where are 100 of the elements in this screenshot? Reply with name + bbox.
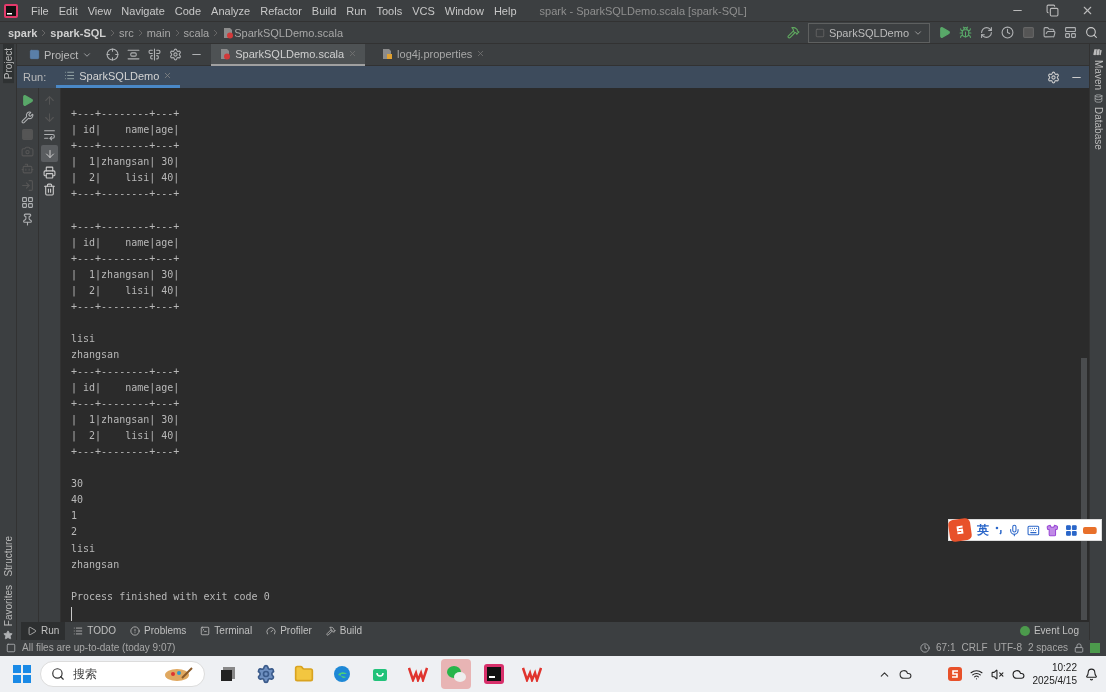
wrench-icon[interactable] bbox=[21, 111, 34, 124]
menu-item[interactable]: Refactor bbox=[255, 4, 307, 17]
tool-tab[interactable]: Profiler bbox=[260, 621, 318, 640]
chevron-right-icon bbox=[137, 28, 143, 37]
lock-icon[interactable] bbox=[1074, 642, 1084, 653]
editor-tab[interactable]: SparkSQLDemo.scala bbox=[211, 43, 366, 66]
office-icon[interactable] bbox=[408, 666, 428, 682]
menu-item[interactable]: View bbox=[82, 4, 117, 17]
status-item[interactable]: UTF-8 bbox=[993, 642, 1022, 653]
soft-wrap-icon[interactable] bbox=[43, 128, 56, 141]
grid-icon[interactable] bbox=[1064, 523, 1078, 537]
console-line: +---+--------+---+ bbox=[71, 251, 180, 266]
status-item[interactable]: 67:1 bbox=[936, 642, 956, 653]
settings-icon[interactable] bbox=[169, 48, 183, 61]
editor-tab[interactable]: log4j.properties bbox=[373, 43, 494, 66]
console-line: | 1|zhangsan| 30| bbox=[71, 155, 180, 170]
collapse-all-icon[interactable] bbox=[148, 48, 162, 61]
tool-window-tab[interactable]: Structure bbox=[2, 532, 14, 581]
chevron-right-icon bbox=[174, 28, 180, 37]
shirt-icon[interactable] bbox=[1045, 523, 1059, 537]
run-configuration-dropdown[interactable]: SparkSQLDemo bbox=[807, 22, 930, 43]
breadcrumb-item[interactable]: spark-SQL bbox=[50, 26, 106, 39]
menu-item[interactable]: Analyze bbox=[206, 4, 256, 17]
settings-icon[interactable] bbox=[1047, 70, 1060, 84]
search-icon bbox=[51, 667, 65, 681]
menu-item[interactable]: Window bbox=[439, 4, 489, 17]
muted-speaker-icon[interactable] bbox=[990, 667, 1004, 681]
console-line: +---+--------+---+ bbox=[71, 187, 180, 202]
rerun-icon[interactable] bbox=[21, 94, 34, 107]
database-icon[interactable] bbox=[1093, 94, 1103, 103]
breadcrumb-item[interactable]: main bbox=[146, 26, 171, 39]
event-log-button[interactable]: Event Log bbox=[1013, 621, 1085, 640]
print-icon[interactable] bbox=[43, 166, 56, 179]
hammer-icon[interactable] bbox=[786, 26, 800, 39]
locate-icon[interactable] bbox=[106, 48, 120, 61]
input-mode-button[interactable]: 英 bbox=[976, 521, 989, 539]
console-line: lisi bbox=[71, 541, 96, 556]
tool-tab[interactable]: Terminal bbox=[194, 621, 259, 640]
star-icon[interactable] bbox=[3, 630, 13, 640]
tool-tab[interactable]: Problems bbox=[124, 621, 193, 640]
tool-window-tab[interactable]: Database bbox=[1092, 103, 1104, 154]
menu-item[interactable]: Build bbox=[306, 4, 342, 17]
menu-item[interactable]: Run bbox=[341, 4, 372, 17]
console-line: | 2| lisi| 40| bbox=[71, 284, 180, 299]
clock-time: 10:22 bbox=[1051, 661, 1077, 674]
tool-tab[interactable]: Build bbox=[319, 621, 369, 640]
tool-window-tab[interactable]: Maven bbox=[1092, 56, 1104, 94]
status-item[interactable]: 2 spaces bbox=[1027, 642, 1068, 653]
punctuation-icon[interactable] bbox=[994, 525, 1003, 535]
status-item[interactable]: CRLF bbox=[961, 642, 988, 653]
expand-all-icon[interactable] bbox=[127, 48, 141, 61]
console-line: +---+--------+---+ bbox=[71, 219, 180, 234]
notification-icon[interactable] bbox=[1085, 667, 1098, 681]
menu-item[interactable]: Tools bbox=[371, 4, 408, 17]
menu-item[interactable]: VCS bbox=[407, 4, 440, 17]
input-method-icon[interactable] bbox=[947, 667, 962, 681]
console-line: 40 bbox=[71, 493, 84, 508]
hammer-icon bbox=[325, 625, 336, 636]
tool-window-tab[interactable]: Project bbox=[2, 44, 14, 84]
cloud-icon[interactable] bbox=[898, 667, 912, 681]
debug-icon[interactable] bbox=[959, 26, 972, 39]
search-field[interactable]: 搜索 bbox=[40, 661, 205, 687]
console-line: Process finished with exit code 0 bbox=[71, 589, 270, 604]
search-icon[interactable] bbox=[1085, 26, 1098, 39]
keyboard-icon[interactable] bbox=[1027, 523, 1040, 537]
properties-file-icon bbox=[381, 47, 394, 60]
text-cursor bbox=[71, 607, 72, 621]
close-icon[interactable] bbox=[1081, 4, 1094, 17]
wifi-icon[interactable] bbox=[969, 667, 983, 681]
status-message: All files are up-to-date (today 9:07) bbox=[22, 642, 176, 653]
menu-item[interactable]: File bbox=[26, 4, 54, 17]
play-icon bbox=[27, 625, 37, 636]
chevron-right-icon bbox=[110, 28, 115, 37]
pin-icon[interactable] bbox=[21, 213, 34, 226]
restore-icon[interactable] bbox=[1046, 4, 1059, 17]
office-icon[interactable] bbox=[522, 666, 542, 682]
tool-window-tab[interactable]: Favorites bbox=[2, 580, 14, 630]
chevron-right-icon bbox=[213, 28, 219, 37]
console-line: 2 bbox=[71, 525, 78, 540]
breadcrumb-item[interactable]: spark bbox=[8, 26, 38, 39]
run-icon[interactable] bbox=[938, 26, 951, 39]
list-icon bbox=[64, 70, 76, 81]
breadcrumb-item[interactable]: scala bbox=[183, 26, 210, 39]
menu-item[interactable]: Navigate bbox=[116, 4, 170, 17]
microphone-icon[interactable] bbox=[1008, 523, 1022, 537]
menu-item[interactable]: Edit bbox=[53, 4, 83, 17]
clock-date: 2025/4/15 bbox=[1032, 674, 1077, 687]
breadcrumb-item[interactable]: src bbox=[119, 26, 134, 39]
console-line: | 1|zhangsan| 30| bbox=[71, 267, 180, 283]
panel-icon bbox=[29, 49, 40, 60]
scrollbar[interactable] bbox=[1081, 358, 1087, 620]
project-view-dropdown[interactable]: Project bbox=[23, 45, 99, 64]
layout-icon[interactable] bbox=[21, 196, 34, 209]
start-icon[interactable] bbox=[12, 664, 32, 684]
tool-tab[interactable]: TODO bbox=[67, 621, 123, 640]
alert-icon bbox=[130, 625, 141, 636]
menu-item[interactable]: Code bbox=[169, 4, 207, 17]
menu-item[interactable]: Help bbox=[488, 4, 522, 17]
breadcrumb-item[interactable]: SparkSQLDemo.scala bbox=[234, 26, 344, 39]
trash-icon[interactable] bbox=[43, 183, 56, 196]
